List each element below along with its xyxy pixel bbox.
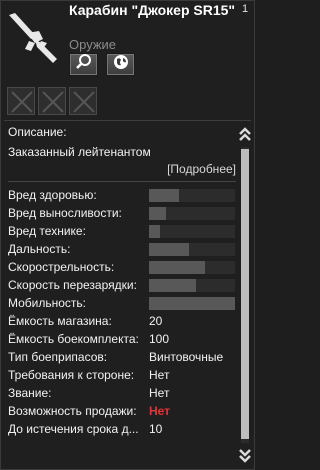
property-label: Требования к стороне: (8, 368, 135, 382)
header-divider (4, 120, 251, 121)
property-row: До истечения срока д... 10 (8, 421, 236, 438)
property-value: 20 (149, 314, 163, 328)
empty-slot-x-icon (11, 91, 33, 113)
property-label: До истечения срока д... (8, 422, 139, 436)
property-row: Ёмкость боекомплекта: 100 (8, 331, 236, 348)
stat-label: Скорострельность: (8, 260, 115, 274)
stat-bar (149, 189, 235, 202)
stat-label: Дальность: (8, 242, 71, 256)
world-map-button[interactable] (106, 53, 135, 76)
stat-label: Вред здоровью: (8, 188, 97, 202)
scroll-down-icon[interactable] (239, 445, 251, 465)
stat-bar (149, 279, 235, 292)
property-value: Винтовочные (149, 350, 224, 364)
globe-icon (112, 53, 130, 76)
stat-bar (149, 207, 235, 220)
stat-label: Скорость перезарядки: (8, 278, 137, 292)
item-count: 1 (242, 3, 249, 15)
property-label: Ёмкость магазина: (8, 314, 112, 328)
more-link[interactable]: [Подробнее] (167, 162, 236, 176)
item-category: Оружие (69, 37, 117, 52)
rifle-icon (5, 9, 61, 65)
property-label: Возможность продажи: (8, 404, 137, 418)
property-value-warning: Нет (149, 404, 171, 418)
stat-bar (149, 297, 235, 310)
property-row: Требования к стороне: Нет (8, 367, 236, 384)
description-label: Описание: (8, 125, 67, 139)
inspect-button[interactable] (69, 53, 98, 76)
property-value: Нет (149, 368, 170, 382)
stat-label: Вред выносливости: (8, 206, 122, 220)
property-row: Возможность продажи: Нет (8, 403, 236, 420)
property-row: Ёмкость магазина: 20 (8, 313, 236, 330)
item-tooltip-panel: Карабин "Джокер SR15" 1 Оружие Описание:… (0, 0, 255, 470)
description-divider (8, 181, 236, 182)
mod-slot[interactable] (7, 87, 35, 115)
stat-row: Дальность: (8, 241, 236, 258)
description-text: Заказанный лейтенантом (8, 145, 151, 159)
property-row: Звание: Нет (8, 385, 236, 402)
stat-row: Мобильность: (8, 295, 236, 312)
stat-row: Вред здоровью: (8, 187, 236, 204)
property-value: 10 (149, 422, 163, 436)
magnifier-icon (75, 53, 93, 76)
empty-slot-x-icon (73, 91, 95, 113)
property-value: 100 (149, 332, 170, 346)
property-value: Нет (149, 386, 170, 400)
property-row: Тип боеприпасов: Винтовочные (8, 349, 236, 366)
property-label: Тип боеприпасов: (8, 350, 108, 364)
stat-bar (149, 261, 235, 274)
property-label: Звание: (8, 386, 52, 400)
stat-label: Мобильность: (8, 296, 87, 310)
scroll-up-icon[interactable] (239, 125, 251, 145)
mod-slot[interactable] (69, 87, 97, 115)
scroll-thumb[interactable] (241, 149, 249, 439)
stat-row: Скорость перезарядки: (8, 277, 236, 294)
stat-bar (149, 225, 235, 238)
stat-row: Скорострельность: (8, 259, 236, 276)
empty-slot-x-icon (42, 91, 64, 113)
item-title: Карабин "Джокер SR15" (69, 2, 236, 18)
stat-row: Вред технике: (8, 223, 236, 240)
mod-slot[interactable] (38, 87, 66, 115)
scrollbar[interactable] (239, 125, 251, 465)
stat-bar (149, 243, 235, 256)
property-label: Ёмкость боекомплекта: (8, 332, 139, 346)
stat-label: Вред технике: (8, 224, 86, 238)
mod-slots (7, 87, 97, 115)
stat-row: Вред выносливости: (8, 205, 236, 222)
